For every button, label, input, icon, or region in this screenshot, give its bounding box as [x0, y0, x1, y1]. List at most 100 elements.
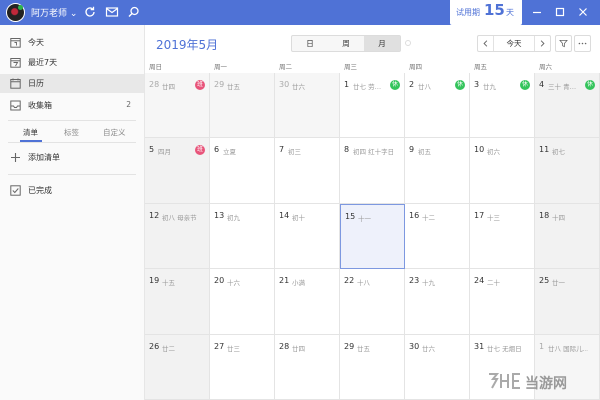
- watermark-logo-icon: [489, 373, 520, 389]
- day-cell[interactable]: 28 廿四 班: [145, 73, 210, 139]
- day-cell[interactable]: 11 初七: [535, 138, 600, 204]
- weekday-header: 周三: [344, 63, 357, 71]
- user-avatar[interactable]: [6, 3, 25, 22]
- day-cell[interactable]: 16 十二: [405, 203, 470, 270]
- day-cell[interactable]: 12 初八 母亲节: [145, 203, 210, 270]
- watermark-text: 当游网: [525, 376, 567, 392]
- calendar-icon: [10, 78, 21, 89]
- lunar-date: 立夏: [223, 148, 236, 157]
- day-cell[interactable]: 30 廿六: [275, 73, 340, 139]
- lunar-date: 十五: [162, 279, 175, 288]
- title-bar: 阿万老师 ⌄ 试用期 15 天: [0, 0, 600, 25]
- lunar-date: 十二: [422, 213, 435, 222]
- trial-label: 试用期: [456, 8, 480, 17]
- day-number: 11: [539, 145, 550, 155]
- chevron-left-icon[interactable]: [478, 36, 494, 51]
- view-option-dot[interactable]: [405, 40, 411, 46]
- day-number: 23: [409, 276, 420, 286]
- more-icon[interactable]: [574, 35, 591, 52]
- day-number: 27: [214, 341, 225, 351]
- day-cell[interactable]: 24 二十: [470, 269, 535, 335]
- day-cell[interactable]: 26 廿二: [145, 334, 210, 400]
- day-cell[interactable]: 10 初六: [470, 138, 535, 204]
- weekday-header: 周一: [214, 63, 227, 71]
- day-cell[interactable]: 13 初九: [210, 203, 275, 270]
- sidebar-item-calendar[interactable]: 日历: [0, 74, 144, 93]
- today-button[interactable]: 今天: [494, 36, 534, 51]
- completed-label: 已完成: [28, 186, 52, 195]
- day-cell[interactable]: 19 十五: [145, 269, 210, 335]
- day-cell[interactable]: 4 三十 青… 休: [535, 73, 600, 139]
- day-cell[interactable]: 5 四月 班: [145, 138, 210, 204]
- username-dropdown[interactable]: 阿万老师 ⌄: [31, 6, 77, 19]
- add-list-button[interactable]: 添加清单: [0, 148, 144, 167]
- view-day-button[interactable]: 日: [292, 36, 328, 51]
- sync-icon[interactable]: [83, 5, 97, 19]
- day-number: 12: [149, 210, 160, 220]
- day-cell[interactable]: 23 十九: [405, 269, 470, 335]
- day-number: 1: [344, 80, 350, 89]
- lunar-date: 廿二: [162, 344, 175, 353]
- chevron-right-icon[interactable]: [534, 36, 550, 51]
- lunar-date: 廿五: [227, 83, 240, 91]
- lunar-date: 二十: [487, 279, 500, 288]
- maximize-icon[interactable]: [553, 5, 567, 19]
- day-cell[interactable]: 22 十八: [340, 269, 405, 335]
- tab-tags[interactable]: 标签: [64, 127, 79, 138]
- sidebar-item-today[interactable]: 今天: [0, 33, 144, 52]
- day-number: 19: [149, 276, 160, 286]
- day-cell[interactable]: 17 十三: [470, 203, 535, 270]
- lunar-date: 初八 母亲节: [162, 213, 197, 222]
- search-icon[interactable]: [127, 5, 141, 19]
- weekday-header: 周五: [474, 63, 487, 71]
- minimize-icon[interactable]: [530, 5, 544, 19]
- holiday-badge: 休: [390, 80, 400, 90]
- day-number: 25: [539, 276, 550, 286]
- inbox-icon: [10, 100, 21, 111]
- tab-custom[interactable]: 自定义: [103, 127, 126, 138]
- tab-lists[interactable]: 清单: [23, 127, 38, 138]
- view-week-button[interactable]: 周: [328, 36, 364, 51]
- day-cell[interactable]: 6 立夏: [210, 138, 275, 204]
- day-cell[interactable]: 9 初五: [405, 138, 470, 204]
- holiday-badge: 休: [520, 80, 530, 90]
- lunar-date: 初十: [292, 213, 305, 222]
- view-month-button[interactable]: 月: [364, 36, 400, 51]
- day-number: 24: [474, 276, 485, 286]
- day-cell[interactable]: 14 初十: [275, 203, 340, 270]
- filter-icon[interactable]: [555, 35, 572, 52]
- day-cell[interactable]: 3 廿九 休: [470, 73, 535, 139]
- day-cell[interactable]: 21 小满: [275, 269, 340, 335]
- trial-badge[interactable]: 试用期 15 天: [450, 0, 522, 25]
- lunar-date: 初六: [487, 148, 500, 157]
- day-cell[interactable]: 29 廿五: [340, 334, 405, 400]
- day-cell[interactable]: 18 十四: [535, 203, 600, 270]
- lunar-date: 初七: [552, 148, 565, 157]
- lunar-date: 初三: [288, 148, 301, 157]
- day-cell[interactable]: 30 廿六: [405, 334, 470, 400]
- day-cell[interactable]: 28 廿四: [275, 334, 340, 400]
- day-cell[interactable]: 2 廿八 休: [405, 73, 470, 139]
- close-icon[interactable]: [576, 5, 590, 19]
- mail-icon[interactable]: [105, 5, 119, 19]
- sidebar-item-completed[interactable]: 已完成: [0, 181, 144, 200]
- day-cell[interactable]: 1 廿七 劳… 休: [340, 73, 405, 139]
- day-cell[interactable]: 20 十六: [210, 269, 275, 335]
- plus-icon: [11, 153, 20, 162]
- lunar-date: 初五: [418, 148, 431, 157]
- day-number: 20: [214, 276, 225, 286]
- day-cell[interactable]: 7 初三: [275, 138, 340, 204]
- lunar-date: 廿五: [357, 344, 370, 353]
- day-number: 22: [344, 276, 355, 286]
- weekday-header: 周日: [149, 63, 162, 71]
- day-cell-today[interactable]: 15 十一: [340, 203, 405, 270]
- day-number: 3: [474, 80, 480, 89]
- day-cell[interactable]: 8 初四 红十字日: [340, 138, 405, 204]
- checkbox-icon: [10, 185, 21, 196]
- day-cell[interactable]: 25 廿一: [535, 269, 600, 335]
- day-cell[interactable]: 27 廿三: [210, 334, 275, 400]
- day-cell[interactable]: 29 廿五: [210, 73, 275, 139]
- sidebar-item-inbox[interactable]: 收集箱 2: [0, 96, 144, 115]
- day-number: 7: [279, 145, 285, 155]
- sidebar-item-week[interactable]: 最近7天: [0, 53, 144, 72]
